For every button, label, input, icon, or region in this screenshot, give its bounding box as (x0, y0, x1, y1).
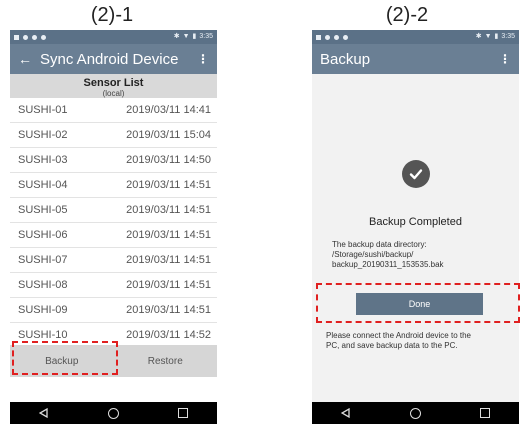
status-bar: ✱ ▼ ▮ 3:35 (312, 30, 519, 44)
battery-icon: ▮ (494, 33, 499, 40)
notification-icon (32, 34, 37, 40)
sensor-timestamp: 2019/03/11 14:51 (126, 304, 211, 316)
sensor-row[interactable]: SUSHI-09 2019/03/11 14:51 (10, 298, 217, 323)
backup-completed-text: Backup Completed (369, 216, 462, 228)
app-bar: Backup ⋮ (312, 44, 519, 74)
sensor-timestamp: 2019/03/11 15:04 (126, 129, 211, 141)
wifi-icon: ▼ (484, 33, 492, 40)
nav-home-icon[interactable] (107, 407, 119, 419)
notification-icon (334, 34, 339, 40)
battery-icon: ▮ (192, 33, 197, 40)
page-title: Backup (320, 50, 371, 68)
sensor-row[interactable]: SUSHI-02 2019/03/11 15:04 (10, 123, 217, 148)
sensor-list: SUSHI-01 2019/03/11 14:41 SUSHI-02 2019/03/… (10, 98, 217, 348)
bluetooth-icon: ✱ (475, 33, 482, 40)
backup-directory-text: The backup data directory: /Storage/sush… (332, 240, 511, 270)
app-bar: ← Sync Android Device ⋮ (10, 44, 217, 74)
sensor-row[interactable]: SUSHI-05 2019/03/11 14:51 (10, 198, 217, 223)
notification-icon (316, 34, 321, 40)
sensor-list-header: Sensor List (local) (10, 74, 217, 98)
sensor-timestamp: 2019/03/11 14:52 (126, 329, 211, 341)
sensor-row[interactable]: SUSHI-04 2019/03/11 14:51 (10, 173, 217, 198)
sensor-name: SUSHI-07 (18, 254, 68, 266)
sensor-name: SUSHI-01 (18, 104, 68, 116)
sensor-timestamp: 2019/03/11 14:41 (126, 104, 211, 116)
directory-path: /Storage/sushi/backup/ (332, 250, 414, 259)
sensor-name: SUSHI-09 (18, 304, 68, 316)
sensor-name: SUSHI-02 (18, 129, 68, 141)
android-nav-bar (10, 402, 217, 424)
notification-icon (14, 34, 19, 40)
notification-icon (23, 34, 28, 40)
note-line: Please connect the Android device to the (326, 331, 471, 340)
status-time: 3:35 (199, 33, 213, 40)
bluetooth-icon: ✱ (173, 33, 180, 40)
backup-filename: backup_20190311_153535.bak (332, 260, 444, 269)
connect-instructions: Please connect the Android device to the… (326, 331, 513, 351)
wifi-icon: ▼ (182, 33, 190, 40)
status-time: 3:35 (501, 33, 515, 40)
sensor-name: SUSHI-08 (18, 279, 68, 291)
sensor-name: SUSHI-03 (18, 154, 68, 166)
check-icon (401, 160, 430, 188)
bottom-action-bar: Backup Restore (10, 345, 217, 377)
note-line: PC, and save backup data to the PC. (326, 341, 458, 350)
sensor-timestamp: 2019/03/11 14:50 (126, 154, 211, 166)
sensor-name: SUSHI-06 (18, 229, 68, 241)
overflow-menu-icon[interactable]: ⋮ (499, 52, 511, 66)
notification-icon (343, 34, 348, 40)
sensor-row[interactable]: SUSHI-06 2019/03/11 14:51 (10, 223, 217, 248)
restore-button[interactable]: Restore (114, 345, 218, 377)
sensor-list-title: Sensor List (83, 77, 144, 89)
status-bar: ✱ ▼ ▮ 3:35 (10, 30, 217, 44)
back-arrow-icon[interactable]: ← (18, 51, 32, 67)
sensor-row[interactable]: SUSHI-08 2019/03/11 14:51 (10, 273, 217, 298)
sensor-timestamp: 2019/03/11 14:51 (126, 204, 211, 216)
phone-screen-backup: ✱ ▼ ▮ 3:35 Backup ⋮ Backup Completed The… (312, 30, 519, 424)
directory-label: The backup data directory: (332, 240, 427, 249)
sensor-timestamp: 2019/03/11 14:51 (126, 254, 211, 266)
sensor-name: SUSHI-05 (18, 204, 68, 216)
sensor-row[interactable]: SUSHI-07 2019/03/11 14:51 (10, 248, 217, 273)
sensor-timestamp: 2019/03/11 14:51 (126, 179, 211, 191)
page-title: Sync Android Device (40, 50, 179, 68)
nav-back-icon[interactable] (39, 408, 49, 418)
nav-back-icon[interactable] (341, 408, 351, 418)
sensor-timestamp: 2019/03/11 14:51 (126, 279, 211, 291)
figure-label-left: (2)-1 (90, 4, 134, 26)
sensor-row[interactable]: SUSHI-01 2019/03/11 14:41 (10, 98, 217, 123)
notification-icon (325, 34, 330, 40)
figure-label-right: (2)-2 (385, 4, 429, 26)
nav-recents-icon[interactable] (479, 408, 490, 418)
android-nav-bar (312, 402, 519, 424)
sensor-name: SUSHI-04 (18, 179, 68, 191)
overflow-menu-icon[interactable]: ⋮ (197, 52, 209, 66)
nav-recents-icon[interactable] (177, 408, 188, 418)
sensor-row[interactable]: SUSHI-03 2019/03/11 14:50 (10, 148, 217, 173)
nav-home-icon[interactable] (409, 407, 421, 419)
phone-screen-sync: ✱ ▼ ▮ 3:35 ← Sync Android Device ⋮ Senso… (10, 30, 217, 424)
notification-icon (41, 34, 46, 40)
sensor-timestamp: 2019/03/11 14:51 (126, 229, 211, 241)
backup-button[interactable]: Backup (10, 345, 114, 377)
sensor-name: SUSHI-10 (18, 329, 68, 341)
done-button[interactable]: Done (356, 293, 483, 315)
